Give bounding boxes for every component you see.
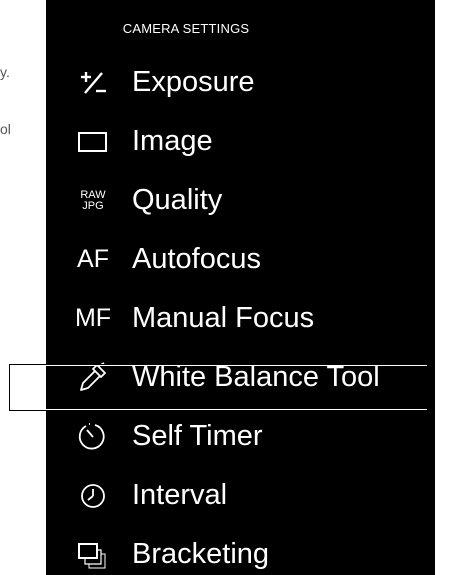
menu-item-image[interactable]: Image — [46, 112, 435, 171]
camera-settings-panel: CAMERA SETTINGS Exposure Image RAW JPG Q… — [46, 0, 435, 575]
menu-item-white-balance-tool[interactable]: White Balance Tool — [46, 348, 435, 407]
raw-text: RAW — [80, 188, 106, 201]
mf-icon: MF — [74, 304, 112, 332]
menu-item-label: Interval — [132, 479, 228, 511]
settings-menu: Exposure Image RAW JPG Quality AF Autofo… — [46, 53, 435, 575]
self-timer-icon — [66, 417, 120, 457]
menu-item-manual-focus[interactable]: MF Manual Focus — [46, 289, 435, 348]
bracketing-icon — [66, 535, 120, 575]
clock-icon — [66, 476, 120, 516]
menu-item-label: Image — [132, 125, 213, 157]
menu-item-label: Autofocus — [132, 243, 261, 275]
background-text-fragment: y. — [0, 64, 10, 80]
raw-jpg-icon: RAW JPG — [66, 181, 120, 221]
panel-title: CAMERA SETTINGS — [122, 21, 250, 36]
menu-item-quality[interactable]: RAW JPG Quality — [46, 171, 435, 230]
menu-item-label: Bracketing — [132, 538, 270, 570]
af-icon: AF — [77, 245, 109, 273]
background-text-fragment: ol — [0, 121, 11, 137]
menu-item-label: Self Timer — [132, 420, 263, 452]
menu-item-exposure[interactable]: Exposure — [46, 53, 435, 112]
menu-item-bracketing[interactable]: Bracketing — [46, 525, 435, 575]
eyedropper-icon — [66, 358, 120, 398]
image-frame-icon — [66, 122, 120, 162]
jpg-text: JPG — [82, 199, 104, 212]
menu-item-label: White Balance Tool — [132, 361, 380, 393]
menu-item-label: Quality — [132, 184, 223, 216]
camera-settings-screen: y. ol CAMERA SETTINGS Exposure Image RAW… — [0, 0, 456, 575]
menu-item-interval[interactable]: Interval — [46, 466, 435, 525]
menu-item-label: Manual Focus — [132, 302, 315, 334]
menu-item-autofocus[interactable]: AF Autofocus — [46, 230, 435, 289]
menu-item-label: Exposure — [132, 66, 255, 98]
exposure-plus-minus-icon — [66, 63, 120, 103]
menu-item-self-timer[interactable]: Self Timer — [46, 407, 435, 466]
